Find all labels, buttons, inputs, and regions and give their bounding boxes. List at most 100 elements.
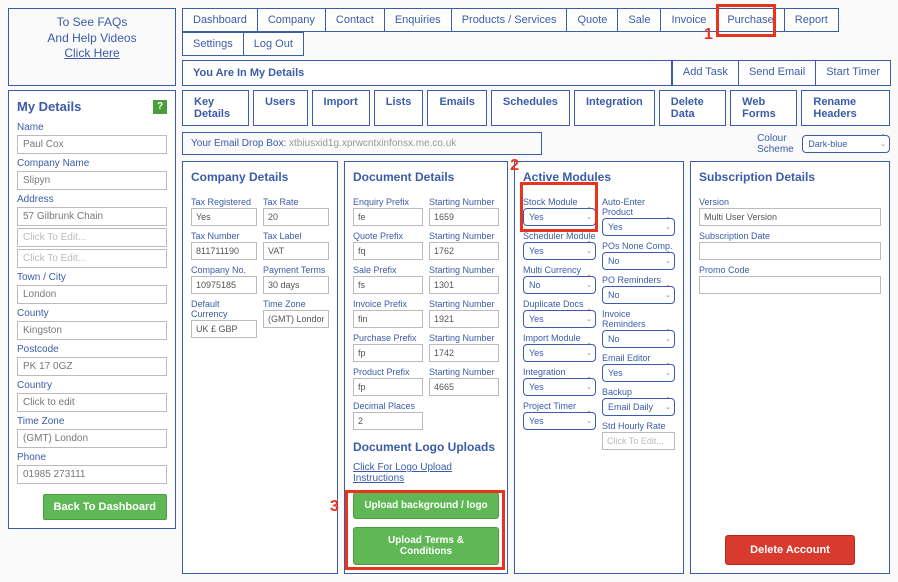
- btn-back-to-dashboard[interactable]: Back To Dashboard: [43, 494, 168, 520]
- inp-tax-rate[interactable]: [263, 208, 329, 226]
- inp-subscription-date[interactable]: [699, 242, 881, 260]
- btn-add-task[interactable]: Add Task: [672, 60, 739, 86]
- faq-box[interactable]: To See FAQs And Help Videos Click Here: [8, 8, 176, 86]
- inp-phone[interactable]: [17, 465, 167, 484]
- inp-tax-number[interactable]: [191, 242, 257, 260]
- title-company-details: Company Details: [191, 170, 329, 184]
- sel-duplicate-docs[interactable]: Yes: [523, 310, 596, 328]
- inp-town[interactable]: [17, 285, 167, 304]
- inp-quote-prefix[interactable]: [353, 242, 423, 260]
- sel-import-module[interactable]: Yes: [523, 344, 596, 362]
- tab-import[interactable]: Import: [312, 90, 370, 126]
- tab-emails[interactable]: Emails: [427, 90, 486, 126]
- inp-product-start[interactable]: [429, 378, 499, 396]
- sidebar-my-details: My Details? Name Company Name Address To…: [8, 90, 176, 529]
- sel-scheduler-module[interactable]: Yes: [523, 242, 596, 260]
- panel-active-modules: Active Modules Stock ModuleYes Scheduler…: [514, 161, 684, 574]
- breadcrumb: You Are In My Details: [182, 60, 672, 86]
- sel-email-editor[interactable]: Yes: [602, 364, 675, 382]
- inp-sale-prefix[interactable]: [353, 276, 423, 294]
- annotation-box-2: [520, 182, 598, 232]
- inp-purchase-start[interactable]: [429, 344, 499, 362]
- inp-default-currency[interactable]: [191, 320, 257, 338]
- sel-po-reminders[interactable]: No: [602, 286, 675, 304]
- inp-tax-label[interactable]: [263, 242, 329, 260]
- nav-company[interactable]: Company: [257, 8, 326, 32]
- nav-contact[interactable]: Contact: [325, 8, 385, 32]
- title-subscription: Subscription Details: [699, 170, 881, 184]
- lbl-postcode: Postcode: [17, 344, 167, 355]
- inp-promo-code[interactable]: [699, 276, 881, 294]
- inp-invoice-prefix[interactable]: [353, 310, 423, 328]
- sel-integration[interactable]: Yes: [523, 378, 596, 396]
- nav-settings[interactable]: Settings: [182, 32, 244, 56]
- inp-company-no[interactable]: [191, 276, 257, 294]
- lbl-address: Address: [17, 194, 167, 205]
- inp-enquiry-start[interactable]: [429, 208, 499, 226]
- inp-std-hourly-rate[interactable]: [602, 432, 675, 450]
- inp-invoice-start[interactable]: [429, 310, 499, 328]
- inp-payment-terms[interactable]: [263, 276, 329, 294]
- tab-rename-headers[interactable]: Rename Headers: [801, 90, 890, 126]
- inp-postcode[interactable]: [17, 357, 167, 376]
- btn-delete-account[interactable]: Delete Account: [725, 535, 855, 565]
- nav-report[interactable]: Report: [784, 8, 839, 32]
- lbl-timezone: Time Zone: [17, 416, 167, 427]
- btn-send-email[interactable]: Send Email: [738, 60, 816, 86]
- tab-schedules[interactable]: Schedules: [491, 90, 570, 126]
- inp-address-2[interactable]: [17, 228, 167, 247]
- inp-purchase-prefix[interactable]: [353, 344, 423, 362]
- annotation-1: 1: [704, 26, 713, 44]
- help-icon[interactable]: ?: [153, 100, 167, 114]
- lbl-town: Town / City: [17, 272, 167, 283]
- nav-products[interactable]: Products / Services: [451, 8, 568, 32]
- sel-backup[interactable]: Email Daily: [602, 398, 675, 416]
- inp-product-prefix[interactable]: [353, 378, 423, 396]
- sel-pos-none-comp[interactable]: No: [602, 252, 675, 270]
- inp-country[interactable]: [17, 393, 167, 412]
- inp-county[interactable]: [17, 321, 167, 340]
- title-document-details: Document Details: [353, 170, 499, 184]
- sel-project-timer[interactable]: Yes: [523, 412, 596, 430]
- lbl-county: County: [17, 308, 167, 319]
- inp-tax-registered[interactable]: [191, 208, 257, 226]
- sel-multi-currency[interactable]: No: [523, 276, 596, 294]
- inp-address-1[interactable]: [17, 207, 167, 226]
- sel-invoice-reminders[interactable]: No: [602, 330, 675, 348]
- inp-name[interactable]: [17, 135, 167, 154]
- tab-integration[interactable]: Integration: [574, 90, 655, 126]
- nav-quote[interactable]: Quote: [566, 8, 618, 32]
- email-dropbox: Your Email Drop Box: xtbiusxid1g.xprwcnt…: [182, 132, 542, 155]
- inp-time-zone[interactable]: [263, 310, 329, 328]
- tab-web-forms[interactable]: Web Forms: [730, 90, 797, 126]
- faq-cta[interactable]: Click Here: [15, 46, 169, 62]
- main-nav: Dashboard Company Contact Enquiries Prod…: [182, 8, 890, 56]
- faq-line2: And Help Videos: [15, 31, 169, 47]
- inp-enquiry-prefix[interactable]: [353, 208, 423, 226]
- inp-timezone[interactable]: [17, 429, 167, 448]
- nav-logout[interactable]: Log Out: [243, 32, 304, 56]
- lbl-phone: Phone: [17, 452, 167, 463]
- inp-company[interactable]: [17, 171, 167, 190]
- sidebar-title: My Details?: [17, 99, 167, 114]
- btn-start-timer[interactable]: Start Timer: [815, 60, 891, 86]
- sel-auto-enter-product[interactable]: Yes: [602, 218, 675, 236]
- nav-enquiries[interactable]: Enquiries: [384, 8, 452, 32]
- nav-sale[interactable]: Sale: [617, 8, 661, 32]
- lbl-name: Name: [17, 122, 167, 133]
- inp-decimal-places[interactable]: [353, 412, 423, 430]
- inp-sale-start[interactable]: [429, 276, 499, 294]
- lbl-colour-scheme: Colour Scheme: [757, 133, 798, 155]
- inp-quote-start[interactable]: [429, 242, 499, 260]
- link-logo-instructions[interactable]: Click For Logo Upload Instructions: [353, 462, 499, 484]
- tab-lists[interactable]: Lists: [374, 90, 424, 126]
- tab-key-details[interactable]: Key Details: [182, 90, 249, 126]
- inp-address-3[interactable]: [17, 249, 167, 268]
- sel-colour-scheme[interactable]: Dark-blue: [802, 135, 890, 153]
- lbl-company: Company Name: [17, 158, 167, 169]
- tab-users[interactable]: Users: [253, 90, 308, 126]
- annotation-2: 2: [510, 157, 519, 175]
- settings-tabs: Key Details Users Import Lists Emails Sc…: [182, 90, 890, 126]
- tab-delete-data[interactable]: Delete Data: [659, 90, 726, 126]
- nav-dashboard[interactable]: Dashboard: [182, 8, 258, 32]
